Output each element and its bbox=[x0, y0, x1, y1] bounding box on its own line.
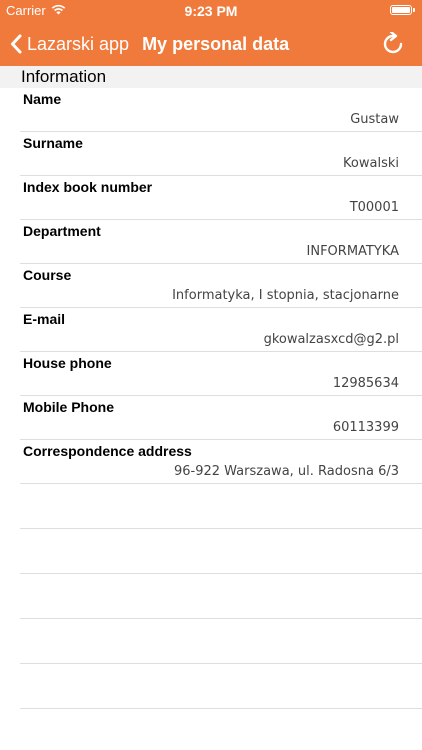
field-label: Mobile Phone bbox=[23, 399, 114, 415]
navigation-bar: Lazarski app My personal data bbox=[0, 22, 422, 66]
status-time: 9:23 PM bbox=[184, 3, 238, 19]
page-title: My personal data bbox=[142, 33, 290, 54]
field-row-course[interactable]: Course Informatyka, I stopnia, stacjonar… bbox=[20, 264, 422, 308]
field-label: E-mail bbox=[23, 311, 66, 327]
field-label: Surname bbox=[23, 135, 83, 151]
field-value: 60113399 bbox=[332, 420, 399, 435]
empty-row bbox=[20, 619, 422, 664]
field-value: 96-922 Warszawa, ul. Radosna 6/3 bbox=[173, 464, 399, 479]
back-button[interactable]: Lazarski app bbox=[10, 34, 129, 55]
field-value: gkowalzasxcd@g2.pl bbox=[263, 332, 399, 347]
field-value: INFORMATYKA bbox=[306, 244, 399, 259]
field-row-house-phone[interactable]: House phone 12985634 bbox=[20, 352, 422, 396]
status-bar: Carrier 9:23 PM bbox=[0, 0, 422, 22]
field-label: Index book number bbox=[23, 179, 153, 195]
empty-row bbox=[20, 664, 422, 709]
section-header: Information bbox=[0, 66, 422, 88]
empty-row bbox=[20, 574, 422, 619]
field-label: Course bbox=[23, 267, 72, 283]
field-row-email[interactable]: E-mail gkowalzasxcd@g2.pl bbox=[20, 308, 422, 352]
field-label: Correspondence address bbox=[23, 443, 192, 459]
field-row-index-book-number[interactable]: Index book number T00001 bbox=[20, 176, 422, 220]
back-label: Lazarski app bbox=[27, 33, 130, 54]
field-row-name[interactable]: Name Gustaw bbox=[20, 88, 422, 132]
field-value: T00001 bbox=[349, 200, 399, 215]
refresh-icon bbox=[383, 30, 403, 54]
personal-data-list: Name Gustaw Surname Kowalski Index book … bbox=[0, 88, 422, 709]
chevron-left-icon bbox=[11, 34, 22, 54]
field-label: Name bbox=[23, 91, 62, 107]
empty-row bbox=[20, 484, 422, 529]
field-value: Gustaw bbox=[350, 112, 399, 127]
field-row-mobile-phone[interactable]: Mobile Phone 60113399 bbox=[20, 396, 422, 440]
empty-row bbox=[20, 529, 422, 574]
field-row-surname[interactable]: Surname Kowalski bbox=[20, 132, 422, 176]
field-value: Kowalski bbox=[343, 156, 399, 171]
field-value: 12985634 bbox=[332, 376, 399, 391]
field-row-department[interactable]: Department INFORMATYKA bbox=[20, 220, 422, 264]
battery-icon bbox=[390, 5, 415, 15]
field-row-correspondence-address[interactable]: Correspondence address 96-922 Warszawa, … bbox=[20, 440, 422, 484]
field-label: House phone bbox=[23, 355, 112, 371]
refresh-button[interactable] bbox=[382, 30, 404, 61]
field-value: Informatyka, I stopnia, stacjonarne bbox=[172, 288, 399, 303]
field-label: Department bbox=[23, 223, 101, 239]
header: Carrier 9:23 PM Lazarski app My personal… bbox=[0, 0, 422, 66]
